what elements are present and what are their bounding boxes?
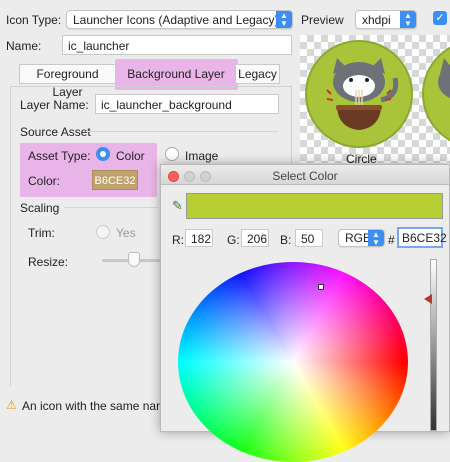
chevron-updown-icon: ▲ ▼ [276,11,292,28]
divider [86,131,278,132]
color-preview-swatch [186,193,443,219]
chevron-updown-icon: ▲ ▼ [400,11,416,28]
name-value: ic_launcher [68,39,130,53]
tab-background-layer[interactable]: Background Layer [122,64,230,84]
density-select[interactable]: xhdpi ▲ ▼ [355,10,417,29]
trim-yes-label: Yes [116,226,136,240]
name-input[interactable]: ic_launcher [62,35,292,55]
icon-type-value: Launcher Icons (Adaptive and Legacy) [73,13,279,27]
tab-foreground-layer[interactable]: Foreground Layer [19,64,116,99]
dialog-title: Select Color [272,169,338,183]
show-safe-zone-checkbox[interactable]: ✓ [433,11,447,25]
tab-legacy[interactable]: Legacy [235,64,280,84]
trim-label: Trim: [28,226,55,240]
color-label: Color: [28,174,61,188]
g-label: G: [227,233,240,247]
name-label: Name: [6,39,42,53]
asset-type-label: Asset Type: [28,149,91,163]
resize-label: Resize: [28,255,69,269]
brightness-slider[interactable] [430,259,437,431]
layer-name-input[interactable]: ic_launcher_background [95,94,279,114]
icon-type-label: Icon Type: [6,13,62,27]
resize-slider-thumb[interactable] [128,252,140,267]
warning-icon: ⚠ [6,398,17,412]
radio-trim-yes[interactable] [96,225,110,239]
radio-color[interactable] [96,147,110,161]
hex-input[interactable]: B6CE32 [397,227,447,248]
g-input[interactable]: 206 [241,229,269,247]
scaling-label: Scaling [20,201,60,215]
icon-type-select[interactable]: Launcher Icons (Adaptive and Legacy) ▲ ▼ [66,10,293,29]
b-label: B: [280,233,292,247]
color-wheel[interactable] [178,262,408,462]
radio-image[interactable] [165,147,179,161]
circle-icon-preview [305,40,413,148]
warning-text: An icon with the same name [22,399,173,413]
hash-label: # [388,233,395,247]
r-label: R: [172,233,184,247]
preview-label: Preview [301,13,344,27]
color-wheel-cursor[interactable] [318,284,324,290]
brightness-slider-marker[interactable] [424,294,432,304]
option-color-label: Color [116,149,145,163]
select-color-dialog: Select Color ✎ R: 182 G: 206 B: 50 RGB ▲… [160,164,450,462]
b-input[interactable]: 50 [295,229,323,247]
layer-name-label: Layer Name: [20,98,89,112]
divider [64,207,158,208]
option-image-label: Image [185,149,219,163]
chevron-updown-icon: ▲ ▼ [368,230,384,247]
color-swatch-button[interactable]: B6CE32 [92,170,138,190]
circle-icon-preview-2 [422,46,450,142]
density-value: xhdpi [362,13,391,27]
r-input[interactable]: 182 [185,229,213,247]
color-mode-select[interactable]: RGB ▲ ▼ [338,229,385,247]
source-asset-label: Source Asset [20,125,91,139]
layer-name-value: ic_launcher_background [101,98,232,112]
eyedropper-icon[interactable]: ✎ [172,198,183,214]
